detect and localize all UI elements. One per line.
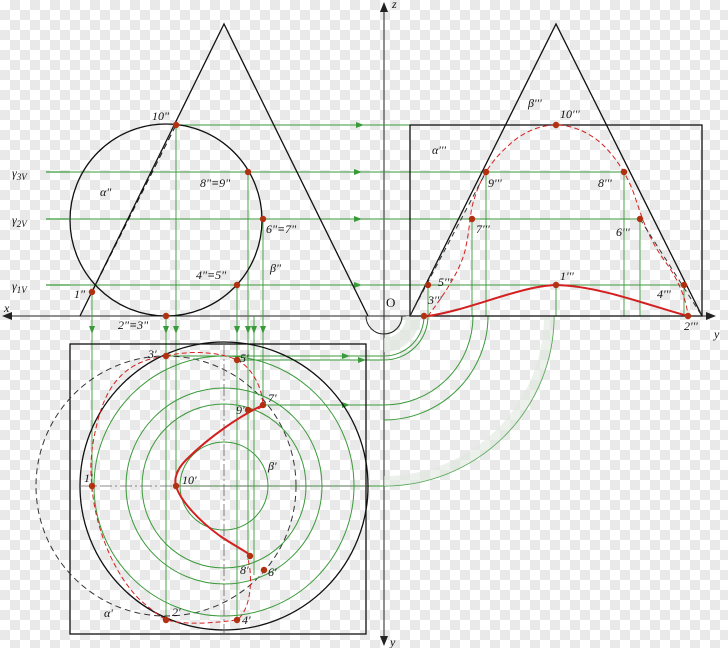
profile-label-beta: β''' bbox=[527, 96, 542, 110]
transfer-arrows bbox=[342, 353, 366, 408]
front-label-beta: β" bbox=[269, 261, 282, 275]
profile-label-alpha: α''' bbox=[432, 143, 446, 157]
axis-label-y-bottom: y bbox=[389, 635, 396, 648]
profile-alpha-dash-right bbox=[639, 218, 703, 317]
front-points bbox=[88, 121, 267, 320]
front-label-6-7: 6"≡7" bbox=[266, 222, 297, 236]
small-transfer-band bbox=[384, 316, 420, 352]
top-label-10: 10' bbox=[182, 473, 197, 487]
top-view bbox=[35, 341, 369, 635]
top-hidden-curve bbox=[90, 355, 251, 624]
axis-label-x: x bbox=[3, 301, 10, 315]
profile-label-9: 9''' bbox=[488, 176, 502, 190]
profile-label-5: 5''' bbox=[438, 275, 452, 289]
axis-label-y: y bbox=[713, 327, 720, 341]
top-label-3: 3' bbox=[147, 347, 157, 361]
top-label-9: 9' bbox=[236, 403, 245, 417]
top-label-alpha: α' bbox=[104, 606, 113, 620]
front-label-1: 1" bbox=[74, 287, 86, 301]
profile-label-3: 3''' bbox=[427, 293, 442, 307]
profile-cone-outline bbox=[409, 22, 703, 317]
projection-lines-vertical bbox=[91, 125, 685, 620]
guide-arrows-horizontal bbox=[354, 122, 364, 288]
profile-label-4: 4''' bbox=[657, 287, 671, 301]
top-label-beta: β' bbox=[267, 459, 277, 473]
axis-arrows bbox=[2, 2, 716, 646]
y-arrow-right bbox=[706, 312, 716, 320]
top-label-7: 7' bbox=[268, 391, 277, 405]
z-arrow bbox=[380, 2, 388, 12]
top-label-5: 5' bbox=[240, 351, 249, 365]
profile-label-2: 2''' bbox=[684, 319, 698, 333]
axes bbox=[8, 5, 712, 640]
front-label-10: 10" bbox=[152, 109, 170, 123]
plane-gamma-1v: γ1V bbox=[12, 279, 28, 295]
top-label-1: 1' bbox=[84, 471, 93, 485]
projection-lines-horizontal bbox=[48, 124, 684, 286]
guide-arrows-vertical bbox=[89, 326, 266, 334]
front-label-2-3: 2"≡3" bbox=[118, 318, 149, 332]
descriptive-geometry-drawing: z x y y O γ3V γ2V γ1V 10" α" 8"≡9" 6"≡7"… bbox=[2, 0, 720, 648]
profile-label-6: 6''' bbox=[616, 225, 630, 239]
y-arrow-down bbox=[380, 636, 388, 646]
front-sphere-outline bbox=[69, 123, 263, 317]
plane-gamma-2v: γ2V bbox=[12, 213, 28, 229]
front-label-8-9: 8"≡9" bbox=[200, 176, 231, 190]
profile-label-10: 10''' bbox=[560, 107, 580, 121]
top-label-2: 2' bbox=[172, 605, 181, 619]
axis-label-z: z bbox=[391, 0, 397, 11]
profile-view bbox=[409, 22, 703, 317]
profile-visible-curve bbox=[427, 283, 689, 317]
plane-gamma-3v: γ3V bbox=[12, 166, 28, 182]
profile-label-7: 7''' bbox=[476, 222, 490, 236]
front-label-alpha: α" bbox=[100, 185, 112, 199]
plane-traces bbox=[46, 171, 70, 286]
top-label-4: 4' bbox=[242, 613, 251, 627]
top-label-6: 6' bbox=[268, 565, 277, 579]
origin-label: O bbox=[386, 295, 395, 310]
front-label-4-5: 4"≡5" bbox=[196, 268, 227, 282]
top-label-8: 8' bbox=[240, 563, 249, 577]
profile-label-1: 1''' bbox=[560, 269, 574, 283]
profile-label-8: 8''' bbox=[598, 176, 612, 190]
